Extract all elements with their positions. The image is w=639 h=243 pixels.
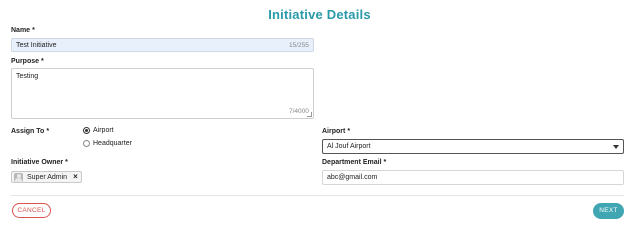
radio-checked-icon[interactable]: [83, 127, 90, 134]
name-input-value: Test Initiative: [16, 42, 57, 49]
owner-chip[interactable]: Super Admin ×: [11, 171, 82, 183]
radio-airport-label: Airport: [93, 127, 114, 134]
avatar-icon: [14, 172, 23, 182]
owner-chip-label: Super Admin: [27, 173, 68, 181]
airport-select-value: Al Jouf Airport: [327, 143, 371, 150]
radio-airport[interactable]: Airport: [83, 127, 114, 134]
department-email-label: Department Email *: [322, 159, 386, 166]
purpose-value: Testing: [16, 73, 39, 80]
purpose-textarea[interactable]: Testing: [11, 68, 314, 119]
purpose-label: Purpose *: [11, 58, 44, 65]
footer-divider: [11, 195, 624, 196]
airport-label: Airport *: [322, 128, 350, 135]
cancel-button[interactable]: CANCEL: [12, 203, 51, 218]
name-char-counter: 15/255: [289, 42, 309, 49]
assign-to-required-mark: *: [46, 128, 50, 135]
department-email-label-text: Department Email: [322, 159, 382, 166]
radio-headquarter-label: Headquarter: [93, 140, 132, 147]
initiative-owner-required-mark: *: [65, 159, 68, 166]
radio-unchecked-icon[interactable]: [83, 140, 90, 147]
page-title: Initiative Details: [268, 7, 371, 22]
close-icon[interactable]: ×: [73, 173, 78, 181]
airport-required-mark: *: [347, 128, 351, 135]
airport-select[interactable]: Al Jouf Airport: [322, 139, 624, 154]
initiative-owner-label-text: Initiative Owner: [11, 159, 64, 166]
purpose-label-text: Purpose: [11, 58, 40, 65]
name-label: Name *: [11, 27, 35, 34]
purpose-required-mark: *: [41, 58, 44, 65]
initiative-owner-label: Initiative Owner *: [11, 159, 68, 166]
chevron-down-icon[interactable]: [613, 145, 619, 149]
assign-to-label: Assign To *: [11, 128, 49, 135]
department-email-value: abc@gmail.com: [327, 174, 378, 181]
airport-label-text: Airport: [322, 128, 346, 135]
name-required-mark: *: [32, 27, 35, 34]
name-label-text: Name: [11, 27, 31, 34]
name-input[interactable]: Test Initiative: [11, 38, 314, 52]
next-button[interactable]: NEXT: [593, 203, 624, 219]
purpose-char-counter: 7/4000: [289, 108, 309, 115]
department-email-required-mark: *: [383, 159, 387, 166]
assign-to-label-text: Assign To: [11, 128, 45, 135]
department-email-input[interactable]: abc@gmail.com: [322, 170, 624, 185]
radio-headquarter[interactable]: Headquarter: [83, 140, 132, 147]
